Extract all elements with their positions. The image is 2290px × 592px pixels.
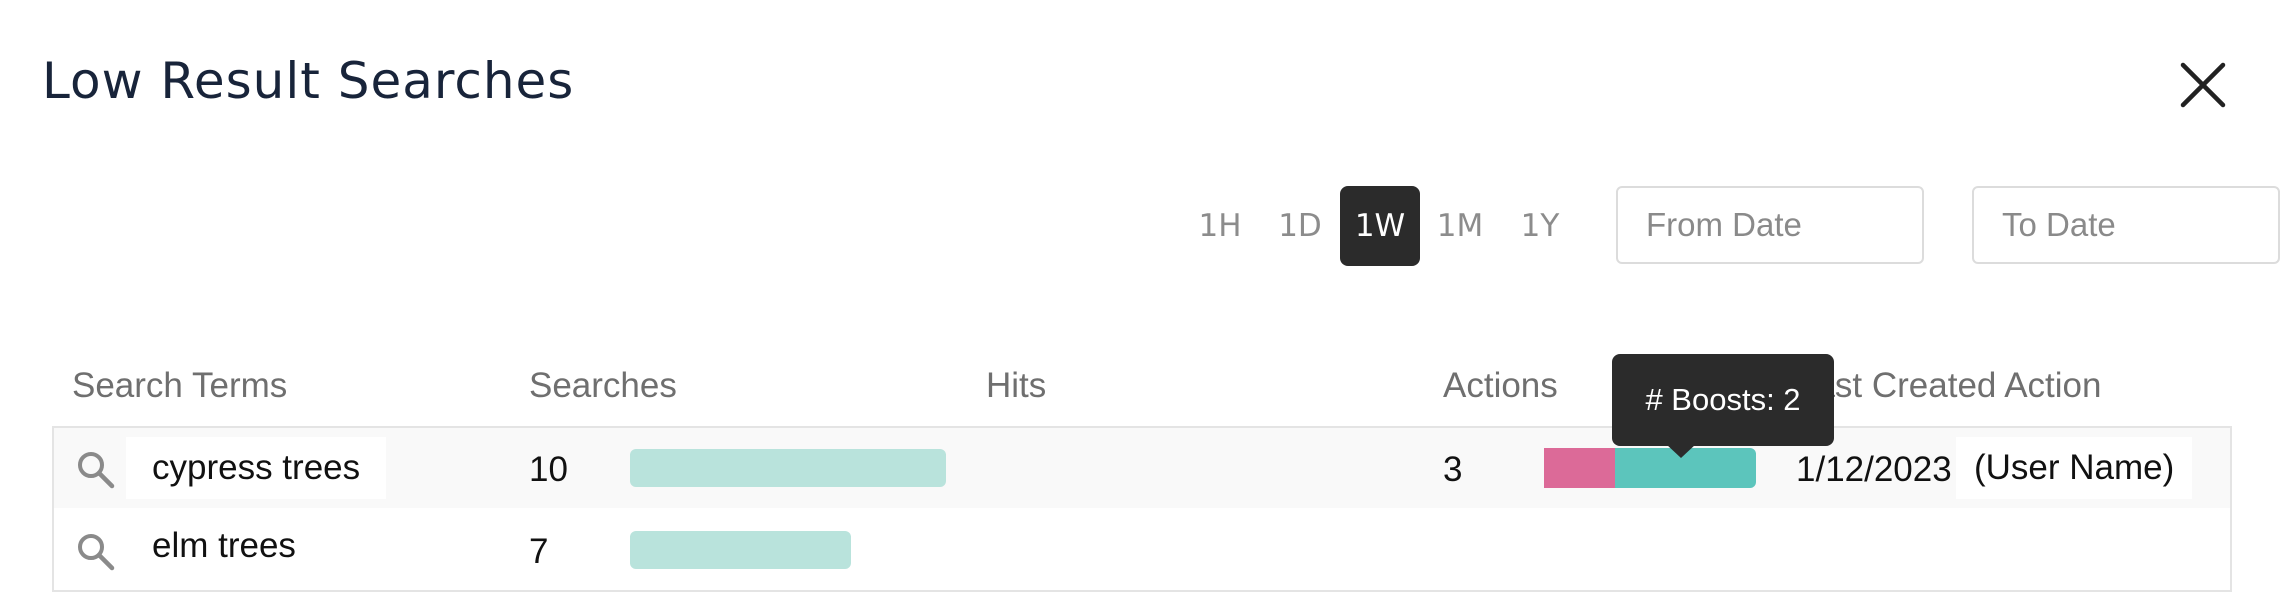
range-1m-button[interactable]: 1M bbox=[1420, 186, 1500, 266]
column-header-hits: Hits bbox=[986, 366, 1047, 405]
column-header-actions: Actions bbox=[1443, 366, 1558, 405]
range-1h-button[interactable]: 1H bbox=[1180, 186, 1260, 266]
searches-count: 10 bbox=[529, 450, 568, 489]
search-term[interactable]: elm trees bbox=[126, 515, 322, 577]
range-1y-button[interactable]: 1Y bbox=[1500, 186, 1580, 266]
table-row[interactable] bbox=[52, 508, 2232, 592]
close-button[interactable] bbox=[2170, 52, 2236, 118]
time-range-selector: 1H 1D 1W 1M 1Y bbox=[1180, 186, 1580, 266]
searches-bar bbox=[630, 531, 851, 569]
column-header-last-created-action: Last Created Action bbox=[1796, 366, 2102, 405]
search-icon bbox=[78, 452, 115, 489]
to-date-input[interactable] bbox=[1972, 186, 2280, 264]
from-date-input[interactable] bbox=[1616, 186, 1924, 264]
close-icon bbox=[2180, 62, 2226, 108]
tooltip-arrow bbox=[1666, 444, 1696, 458]
searches-count: 7 bbox=[529, 532, 549, 571]
actions-count: 3 bbox=[1443, 450, 1463, 489]
last-action-date: 1/12/2023 bbox=[1796, 450, 1952, 489]
actions-other-segment[interactable] bbox=[1544, 448, 1615, 488]
searches-bar bbox=[630, 449, 946, 487]
page-title: Low Result Searches bbox=[42, 52, 575, 110]
boosts-tooltip: # Boosts: 2 bbox=[1612, 354, 1834, 446]
column-header-searches: Searches bbox=[529, 366, 677, 405]
range-1w-button[interactable]: 1W bbox=[1340, 186, 1420, 266]
range-1d-button[interactable]: 1D bbox=[1260, 186, 1340, 266]
column-header-search-terms: Search Terms bbox=[72, 366, 288, 405]
search-icon bbox=[78, 534, 115, 571]
last-action-user[interactable]: (User Name) bbox=[1956, 437, 2193, 499]
search-term[interactable]: cypress trees bbox=[126, 437, 387, 499]
